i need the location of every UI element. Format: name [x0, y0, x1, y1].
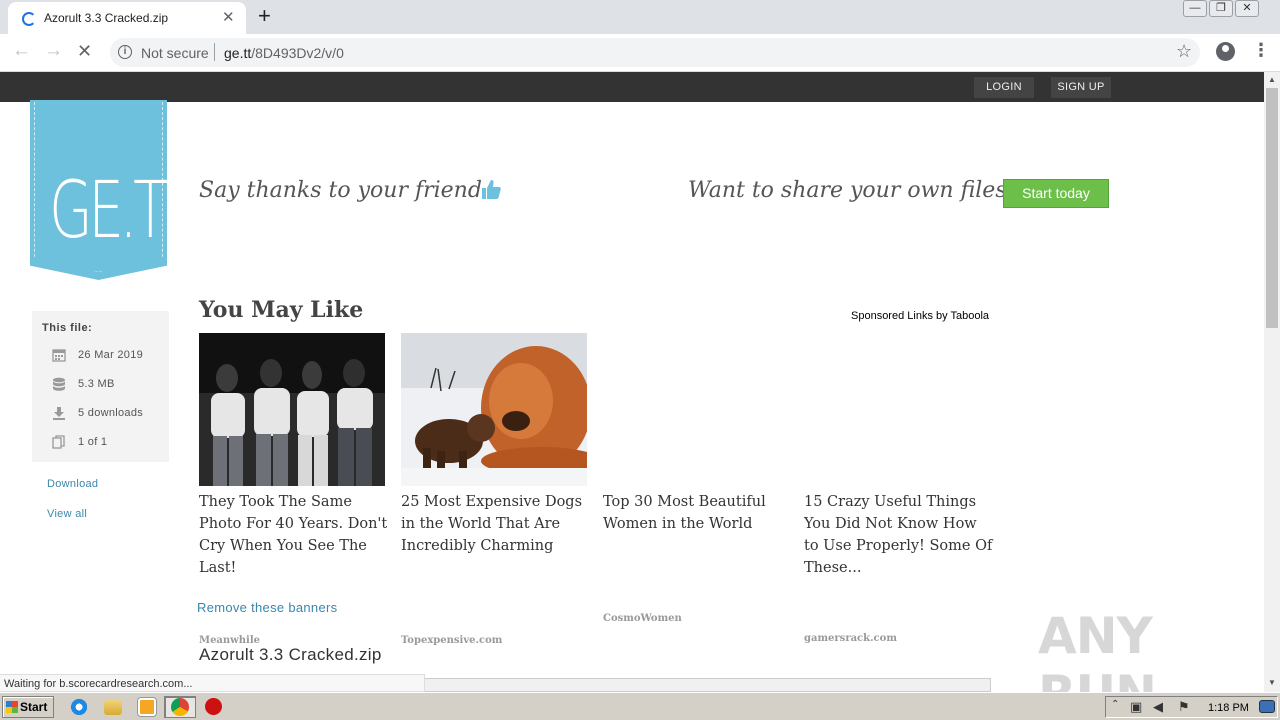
watermark-logo: ANY RUN: [1038, 607, 1157, 692]
file-info-heading: This file:: [42, 322, 93, 334]
internet-explorer-icon[interactable]: [71, 698, 89, 716]
back-arrow-icon[interactable]: ←: [12, 40, 31, 62]
minimize-button[interactable]: —: [1183, 0, 1207, 17]
new-tab-button[interactable]: +: [258, 3, 271, 29]
antivirus-stop-icon[interactable]: [205, 698, 222, 715]
system-clock[interactable]: 1:18 PM: [1208, 702, 1249, 714]
url-text[interactable]: ge.tt/8D493Dv2/v/0: [224, 45, 344, 61]
network-icon[interactable]: ▣: [1130, 699, 1142, 715]
file-count: 1 of 1: [78, 436, 108, 448]
file-size: 5.3 MB: [78, 378, 115, 390]
thumbs-up-icon[interactable]: [480, 178, 502, 206]
recommendations-heading: You May Like: [199, 297, 364, 323]
scroll-up-arrow-icon[interactable]: ▲: [1268, 75, 1276, 84]
login-button[interactable]: LOGIN: [974, 77, 1034, 98]
logo-text: GE.TT: [49, 166, 193, 256]
windows-logo-icon: [6, 701, 18, 713]
card-source[interactable]: gamersrack.com: [804, 633, 897, 644]
card-thumbnail-blank[interactable]: [804, 333, 990, 486]
card-source[interactable]: CosmoWomen: [603, 613, 682, 624]
kebab-menu-icon[interactable]: ⋮: [1252, 40, 1270, 61]
start-label: Start: [20, 700, 48, 714]
card-title[interactable]: 25 Most Expensive Dogs in the World That…: [401, 491, 591, 557]
stop-loading-icon[interactable]: ✕: [77, 41, 92, 62]
system-tray: ⌃ ▣ ◀ ⚑: [1105, 696, 1278, 718]
start-button[interactable]: Start: [2, 696, 54, 718]
copy-files-icon: [52, 435, 66, 449]
volume-icon[interactable]: ◀: [1153, 699, 1163, 715]
tab-strip: Azorult 3.3 Cracked.zip ✕ + — ❐ ✕: [0, 0, 1280, 34]
url-host: ge.tt: [224, 45, 252, 61]
site-header: LOGIN SIGN UP: [0, 72, 1264, 102]
folder-icon[interactable]: [104, 700, 122, 715]
card-thumbnail[interactable]: [401, 333, 587, 486]
loading-spinner-icon: [22, 12, 36, 26]
security-indicator[interactable]: Not secure: [141, 45, 209, 61]
database-icon: [52, 377, 66, 391]
remove-banners-link[interactable]: Remove these banners: [197, 600, 337, 615]
download-icon: [52, 406, 66, 420]
card-source[interactable]: Topexpensive.com: [401, 635, 502, 646]
chrome-taskbar-button[interactable]: [164, 696, 196, 718]
card-title[interactable]: 15 Crazy Useful Things You Did Not Know …: [804, 491, 994, 579]
file-info-panel: This file: 26 Mar 2019 5.3 MB 5 download…: [32, 311, 169, 462]
say-thanks-text: Say thanks to your friend: [199, 178, 482, 203]
tab-title: Azorult 3.3 Cracked.zip: [44, 11, 169, 25]
close-window-button[interactable]: ✕: [1235, 0, 1259, 17]
scroll-down-arrow-icon[interactable]: ▼: [1268, 678, 1276, 687]
status-bubble: Waiting for b.scorecardresearch.com...: [0, 674, 425, 692]
bookmark-star-icon[interactable]: ☆: [1176, 41, 1192, 62]
restore-button[interactable]: ❐: [1209, 0, 1233, 17]
sponsored-label[interactable]: Sponsored Links by Taboola: [851, 310, 989, 322]
info-icon[interactable]: i: [118, 45, 132, 59]
card-thumbnail[interactable]: [199, 333, 385, 486]
card-thumbnail-blank[interactable]: [603, 333, 789, 486]
view-all-link[interactable]: View all: [47, 508, 87, 520]
action-center-flag-icon[interactable]: ⚑: [1178, 699, 1190, 715]
card-title[interactable]: Top 30 Most Beautiful Women in the World: [603, 491, 793, 535]
scroll-thumb[interactable]: [1266, 88, 1278, 328]
file-date: 26 Mar 2019: [78, 349, 144, 361]
share-prompt-text: Want to share your own files?: [688, 178, 1019, 203]
taskbar: Start ⌃ ▣ ◀ ⚑ 1:18 PM: [0, 692, 1280, 720]
tray-expand-icon[interactable]: ⌃: [1111, 699, 1119, 710]
media-player-icon[interactable]: [138, 698, 156, 716]
url-path: /8D493Dv2/v/0: [251, 45, 344, 61]
profile-avatar-icon[interactable]: [1216, 42, 1235, 61]
download-link[interactable]: Download: [47, 478, 98, 490]
calendar-icon: [52, 348, 66, 362]
forward-arrow-icon[interactable]: →: [44, 40, 63, 62]
window-controls: — ❐ ✕: [1183, 0, 1259, 17]
card-title[interactable]: They Took The Same Photo For 40 Years. D…: [199, 491, 389, 579]
page-content: LOGIN SIGN UP GE.TT Say thanks to your f…: [0, 72, 1264, 692]
site-logo[interactable]: GE.TT: [30, 100, 167, 280]
file-name-heading: Azorult 3.3 Cracked.zip: [199, 645, 382, 664]
browser-toolbar: ← → ✕ i Not secure ge.tt/8D493Dv2/v/0 ☆ …: [0, 34, 1280, 72]
chrome-icon: [171, 698, 189, 716]
signup-button[interactable]: SIGN UP: [1051, 77, 1111, 98]
tab-close-icon[interactable]: ✕: [222, 8, 235, 26]
file-downloads: 5 downloads: [78, 407, 144, 419]
show-desktop-icon[interactable]: [1259, 700, 1275, 713]
browser-tab[interactable]: Azorult 3.3 Cracked.zip ✕: [8, 2, 246, 34]
url-divider: [214, 43, 215, 61]
address-bar[interactable]: i Not secure ge.tt/8D493Dv2/v/0 ☆: [110, 38, 1200, 67]
start-today-button[interactable]: Start today: [1003, 179, 1109, 208]
page-scrollbar[interactable]: ▲ ▼: [1264, 72, 1280, 692]
